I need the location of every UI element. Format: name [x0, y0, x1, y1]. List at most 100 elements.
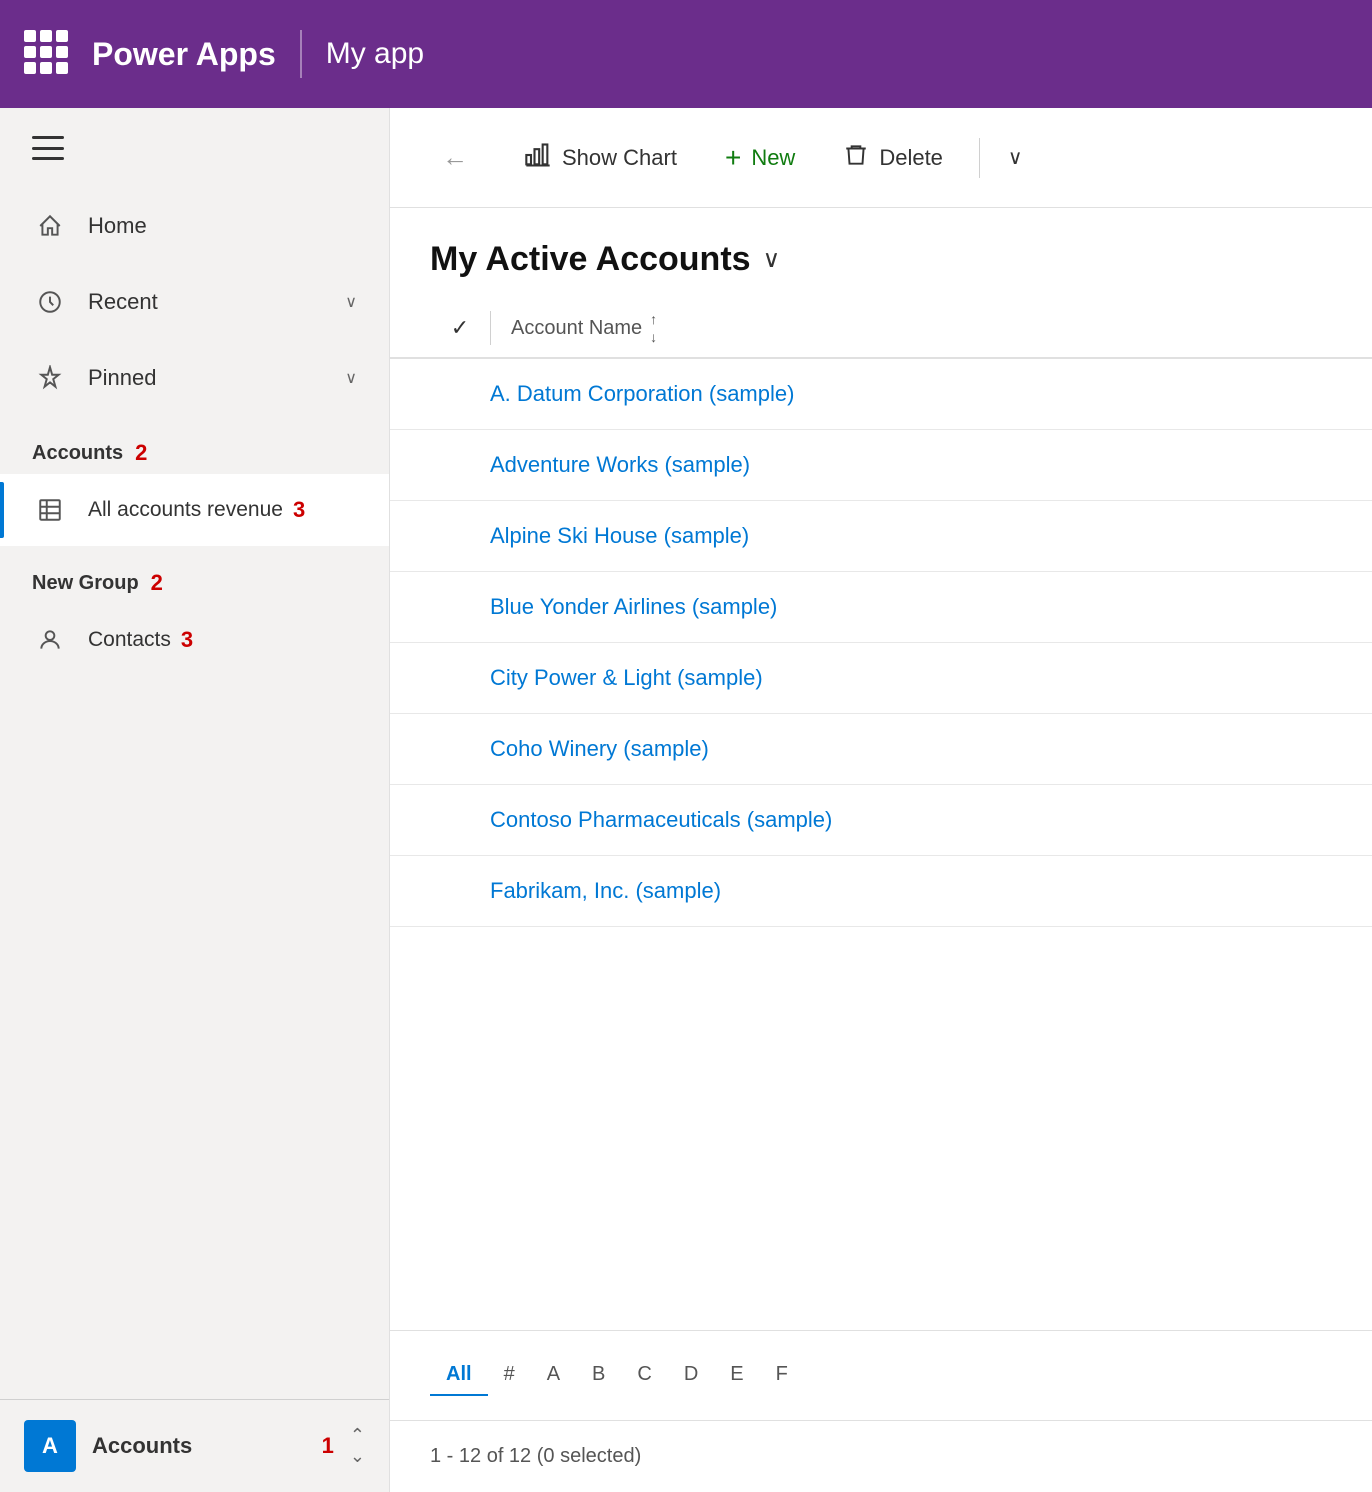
list-header: ✓ Account Name ↑ ↓: [390, 299, 1372, 359]
new-label: New: [751, 145, 795, 171]
hamburger-line: [32, 157, 64, 160]
grid-dot: [24, 62, 36, 74]
bottom-label: Accounts: [92, 1433, 306, 1459]
show-chart-button[interactable]: Show Chart: [504, 131, 697, 185]
back-icon: ←: [442, 142, 468, 173]
new-group-badge: 2: [151, 570, 163, 596]
table-row[interactable]: Blue Yonder Airlines (sample): [390, 572, 1372, 643]
title-chevron-icon[interactable]: ∨: [763, 245, 781, 274]
chart-icon: [524, 141, 552, 175]
sidebar-item-pinned[interactable]: Pinned ∨: [0, 340, 389, 416]
back-button[interactable]: ←: [422, 132, 488, 183]
sort-desc-icon[interactable]: ↓: [650, 329, 657, 345]
content-title: My Active Accounts: [430, 240, 751, 279]
column-label: Account Name: [511, 317, 642, 340]
more-options-button[interactable]: ∨: [996, 135, 1035, 180]
show-chart-label: Show Chart: [562, 145, 677, 171]
topbar: Power Apps My app: [0, 0, 1372, 108]
page-letter-all[interactable]: All: [430, 1355, 488, 1396]
accounts-badge: 2: [135, 440, 147, 466]
avatar: A: [24, 1420, 76, 1472]
sidebar-item-label: All accounts revenue: [88, 498, 283, 522]
account-name: Contoso Pharmaceuticals (sample): [490, 807, 832, 833]
item-badge: 3: [293, 497, 305, 523]
toolbar: ← Show Chart + New: [390, 108, 1372, 208]
grid-dot: [40, 30, 52, 42]
chevron-down-icon: ∨: [345, 368, 357, 388]
account-name-column-header: Account Name ↑ ↓: [490, 311, 657, 345]
new-button[interactable]: + New: [705, 132, 815, 184]
checkmark-icon[interactable]: ✓: [451, 315, 469, 341]
person-icon: [32, 622, 68, 658]
sidebar-item-recent[interactable]: Recent ∨: [0, 264, 389, 340]
content-area: ← Show Chart + New: [390, 108, 1372, 1492]
delete-label: Delete: [879, 145, 943, 171]
table-icon: [32, 492, 68, 528]
hamburger-icon[interactable]: [32, 136, 64, 160]
account-name: Blue Yonder Airlines (sample): [490, 594, 777, 620]
item-badge: 3: [181, 627, 193, 653]
table-row[interactable]: Contoso Pharmaceuticals (sample): [390, 785, 1372, 856]
trash-icon: [843, 142, 869, 174]
app-grid-icon[interactable]: [24, 30, 72, 78]
status-text: 1 - 12 of 12 (0 selected): [430, 1445, 641, 1468]
hamburger-line: [32, 147, 64, 150]
accounts-list: A. Datum Corporation (sample) Adventure …: [390, 359, 1372, 1330]
sidebar-item-label: Pinned: [88, 365, 157, 391]
account-name: Alpine Ski House (sample): [490, 523, 749, 549]
sidebar-item-home[interactable]: Home: [0, 188, 389, 264]
grid-dot: [40, 62, 52, 74]
table-row[interactable]: Adventure Works (sample): [390, 430, 1372, 501]
table-row[interactable]: Fabrikam, Inc. (sample): [390, 856, 1372, 927]
sidebar-item-all-accounts-revenue[interactable]: All accounts revenue 3: [0, 474, 389, 546]
account-name: Coho Winery (sample): [490, 736, 709, 762]
recent-icon: [32, 284, 68, 320]
sidebar-bottom[interactable]: A Accounts 1 ⌃⌄: [0, 1399, 389, 1492]
page-letter-e[interactable]: E: [714, 1355, 759, 1396]
page-letter-a[interactable]: A: [531, 1355, 576, 1396]
page-letter-c[interactable]: C: [621, 1355, 667, 1396]
bottom-badge: 1: [322, 1433, 334, 1459]
app-title: Power Apps: [92, 36, 276, 73]
page-letter-b[interactable]: B: [576, 1355, 621, 1396]
sidebar-item-contacts[interactable]: Contacts 3: [0, 604, 389, 676]
select-all-checkbox[interactable]: ✓: [430, 315, 490, 341]
nav-items: Home Recent ∨: [0, 188, 389, 1399]
grid-dot: [24, 30, 36, 42]
active-indicator: [0, 482, 4, 538]
pin-icon: [32, 360, 68, 396]
sort-asc-icon[interactable]: ↑: [650, 311, 657, 327]
chevron-down-icon: ∨: [1008, 147, 1023, 169]
grid-dot: [56, 62, 68, 74]
table-row[interactable]: A. Datum Corporation (sample): [390, 359, 1372, 430]
sidebar-item-label: Recent: [88, 289, 158, 315]
app-name: My app: [326, 37, 424, 71]
page-letter-d[interactable]: D: [668, 1355, 714, 1396]
delete-button[interactable]: Delete: [823, 132, 963, 184]
table-row[interactable]: Alpine Ski House (sample): [390, 501, 1372, 572]
account-name: Adventure Works (sample): [490, 452, 750, 478]
bottom-chevron-icon[interactable]: ⌃⌄: [350, 1425, 365, 1467]
grid-dot: [24, 46, 36, 58]
account-name: Fabrikam, Inc. (sample): [490, 878, 721, 904]
table-row[interactable]: Coho Winery (sample): [390, 714, 1372, 785]
status-bar: 1 - 12 of 12 (0 selected): [390, 1420, 1372, 1492]
plus-icon: +: [725, 142, 741, 174]
pagination-bar: All # A B C D E F: [390, 1330, 1372, 1420]
main-area: Home Recent ∨: [0, 108, 1372, 1492]
hamburger-menu[interactable]: [0, 108, 389, 188]
sidebar-item-label: Home: [88, 213, 147, 239]
page-letter-hash[interactable]: #: [488, 1355, 531, 1396]
table-row[interactable]: City Power & Light (sample): [390, 643, 1372, 714]
account-name: City Power & Light (sample): [490, 665, 763, 691]
page-letter-f[interactable]: F: [760, 1355, 804, 1396]
sidebar: Home Recent ∨: [0, 108, 390, 1492]
sort-icons: ↑ ↓: [650, 311, 657, 345]
topbar-divider: [300, 30, 302, 78]
content-header: My Active Accounts ∨: [390, 208, 1372, 299]
accounts-section-header: Accounts 2: [0, 416, 389, 474]
sidebar-item-label: Contacts: [88, 628, 171, 652]
section-label: Accounts: [32, 442, 123, 465]
grid-dot: [56, 46, 68, 58]
section-label: New Group: [32, 572, 139, 595]
